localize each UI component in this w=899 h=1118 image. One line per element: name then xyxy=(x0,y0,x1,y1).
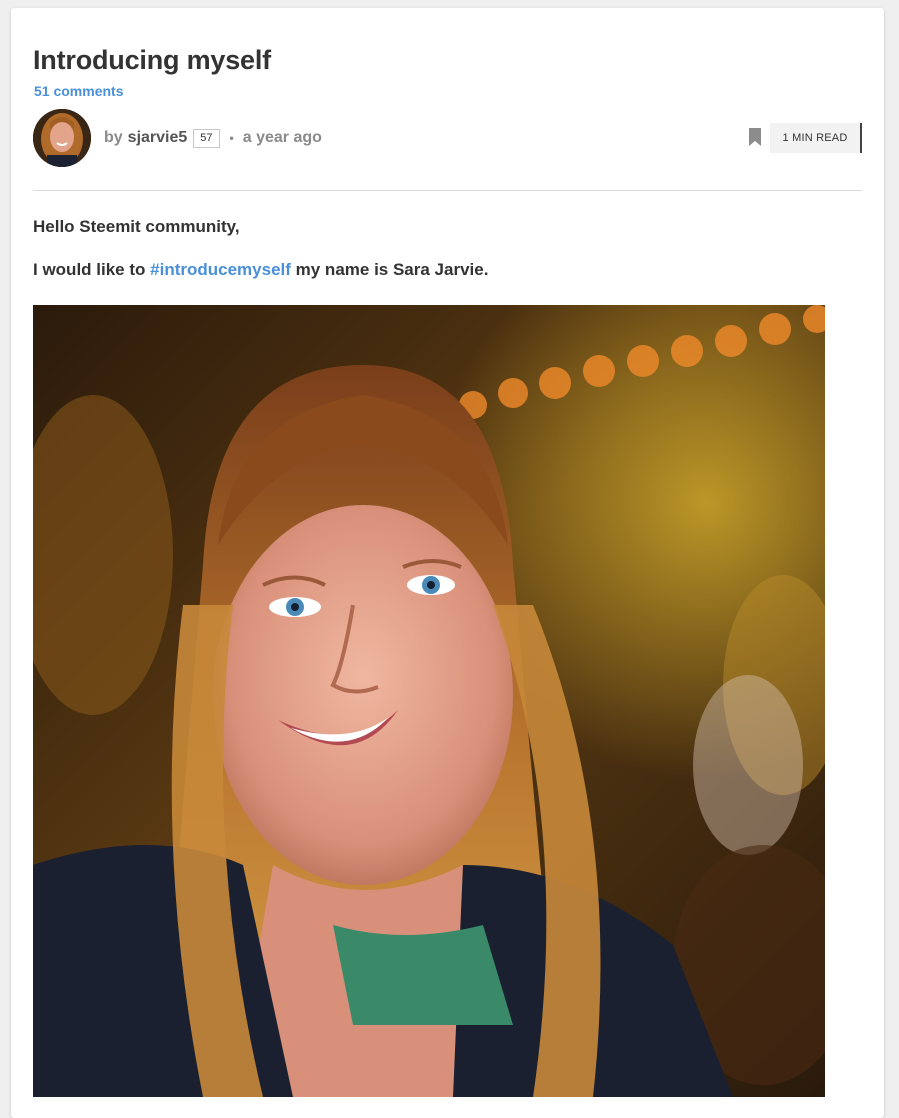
post-photo xyxy=(33,305,825,1097)
author-avatar[interactable] xyxy=(33,109,91,167)
post-intro-paragraph: I would like to #introducemyself my name… xyxy=(33,258,488,282)
avatar-photo xyxy=(33,109,91,167)
post-time[interactable]: a year ago xyxy=(243,129,322,147)
portrait-photo xyxy=(33,305,825,1097)
intro-text-after: my name is Sara Jarvie. xyxy=(295,260,489,279)
author-name-link[interactable]: sjarvie5 xyxy=(128,129,188,147)
hashtag-link[interactable]: #introducemyself xyxy=(150,260,291,279)
reputation-badge: 57 xyxy=(193,128,220,148)
by-label: by xyxy=(104,129,123,146)
post-card: Introducing myself 51 comments by sjarvi… xyxy=(11,8,884,1118)
separator-dot: • xyxy=(229,131,234,145)
bookmark-icon[interactable] xyxy=(749,128,761,146)
header-divider xyxy=(33,190,862,191)
byline: by sjarvie5 57 • a year ago xyxy=(104,126,322,150)
post-title: Introducing myself xyxy=(33,45,271,75)
comments-link[interactable]: 51 comments xyxy=(34,82,123,100)
post-greeting: Hello Steemit community, xyxy=(33,217,240,236)
intro-text-before: I would like to xyxy=(33,260,146,279)
read-time-badge: 1 MIN READ xyxy=(770,123,862,153)
